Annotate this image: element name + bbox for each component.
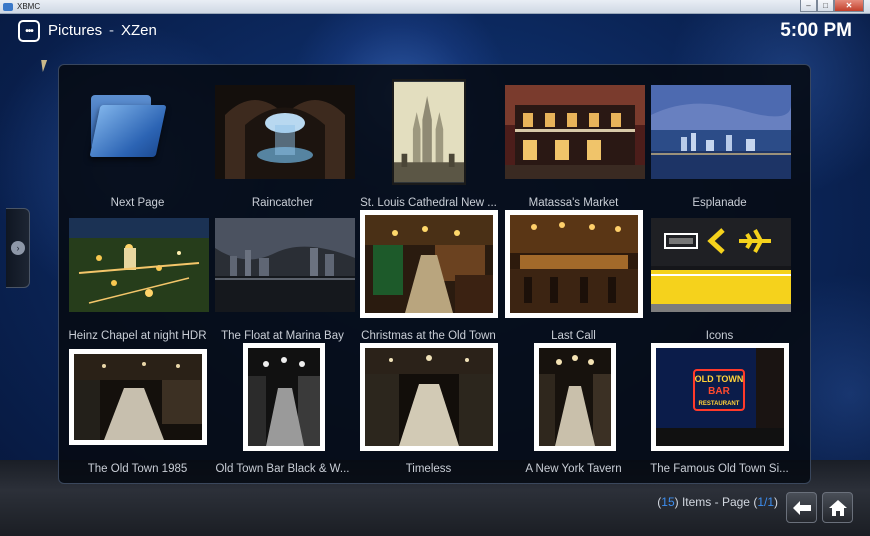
page-number: 1/1 (757, 495, 774, 509)
grid-item-float-marina-bay[interactable]: The Float at Marina Bay (210, 202, 355, 342)
side-menu-tab[interactable]: › (6, 208, 30, 288)
thumbnail: OLD TOWN BAR RESTAURANT (651, 343, 789, 451)
sign-text-line2: BAR (708, 386, 730, 397)
item-label: Old Town Bar Black & W... (215, 463, 350, 475)
back-arrow-icon (792, 500, 811, 515)
pictures-menu-icon[interactable]: ••• (18, 20, 40, 42)
grid-item-esplanade[interactable]: Esplanade (647, 69, 792, 209)
sign-text-line1: OLD TOWN (695, 374, 744, 384)
back-button[interactable] (786, 492, 817, 523)
home-button[interactable] (822, 492, 853, 523)
thumbnail-panel: Next Page Raincatcher St. Louis Cathedra… (58, 64, 811, 484)
maximize-button[interactable]: □ (817, 0, 834, 12)
thumbnail (651, 85, 791, 179)
item-label: The Old Town 1985 (87, 463, 188, 475)
thumbnail (215, 85, 355, 179)
grid-item-old-town-bw[interactable]: Old Town Bar Black & W... (210, 335, 355, 475)
page-title: Pictures (48, 22, 103, 39)
thumbnail (392, 79, 466, 185)
window-titlebar: XBMC – □ ✕ (0, 0, 870, 14)
thumbnail (215, 218, 355, 312)
grid-item-icons[interactable]: Icons (647, 202, 792, 342)
chevron-right-icon: › (11, 241, 25, 255)
grid-item-timeless[interactable]: Timeless (356, 335, 501, 475)
thumbnail (243, 343, 325, 451)
grid-item-famous-old-town-sign[interactable]: OLD TOWN BAR RESTAURANT The Famous Old T… (647, 335, 792, 475)
grid-item-christmas-old-town[interactable]: Christmas at the Old Town (356, 202, 501, 342)
item-label: A New York Tavern (525, 463, 622, 475)
page-subtitle: XZen (121, 22, 157, 39)
close-button[interactable]: ✕ (834, 0, 864, 12)
thumbnail (360, 210, 498, 318)
grid-item-st-louis-cathedral[interactable]: St. Louis Cathedral New ... (356, 69, 501, 209)
window-title: XBMC (17, 2, 41, 11)
thumbnail (505, 210, 643, 318)
items-text: ) Items - Page ( (674, 495, 758, 509)
page-info: (15) Items - Page (1/1) (657, 495, 778, 509)
grid-item-old-town-1985[interactable]: The Old Town 1985 (65, 335, 210, 475)
thumbnail (505, 85, 645, 179)
thumbnail (69, 218, 209, 312)
folder-icon (87, 95, 167, 157)
thumbnail (651, 218, 791, 312)
grid-item-raincatcher[interactable]: Raincatcher (210, 69, 355, 209)
grid-item-new-york-tavern[interactable]: A New York Tavern (501, 335, 646, 475)
grid-item-matassas-market[interactable]: Matassa's Market (501, 69, 646, 209)
xbmc-app-icon (3, 2, 13, 11)
home-icon (828, 499, 847, 516)
thumbnail (534, 343, 616, 451)
grid-item-last-call[interactable]: Last Call (501, 202, 646, 342)
thumbnail (69, 349, 207, 445)
item-count: 15 (661, 495, 675, 509)
minimize-button[interactable]: – (800, 0, 817, 12)
grid-item-next-page[interactable]: Next Page (65, 69, 210, 209)
title-separator: - (109, 22, 114, 39)
grid-item-heinz-chapel[interactable]: Heinz Chapel at night HDR (65, 202, 210, 342)
thumbnail (360, 343, 498, 451)
sign-text-line3: RESTAURANT (699, 401, 740, 407)
item-label: Timeless (405, 463, 452, 475)
clock: 5:00 PM (780, 20, 852, 41)
item-label: The Famous Old Town Si... (650, 463, 789, 475)
paren-close: ) (774, 495, 778, 509)
